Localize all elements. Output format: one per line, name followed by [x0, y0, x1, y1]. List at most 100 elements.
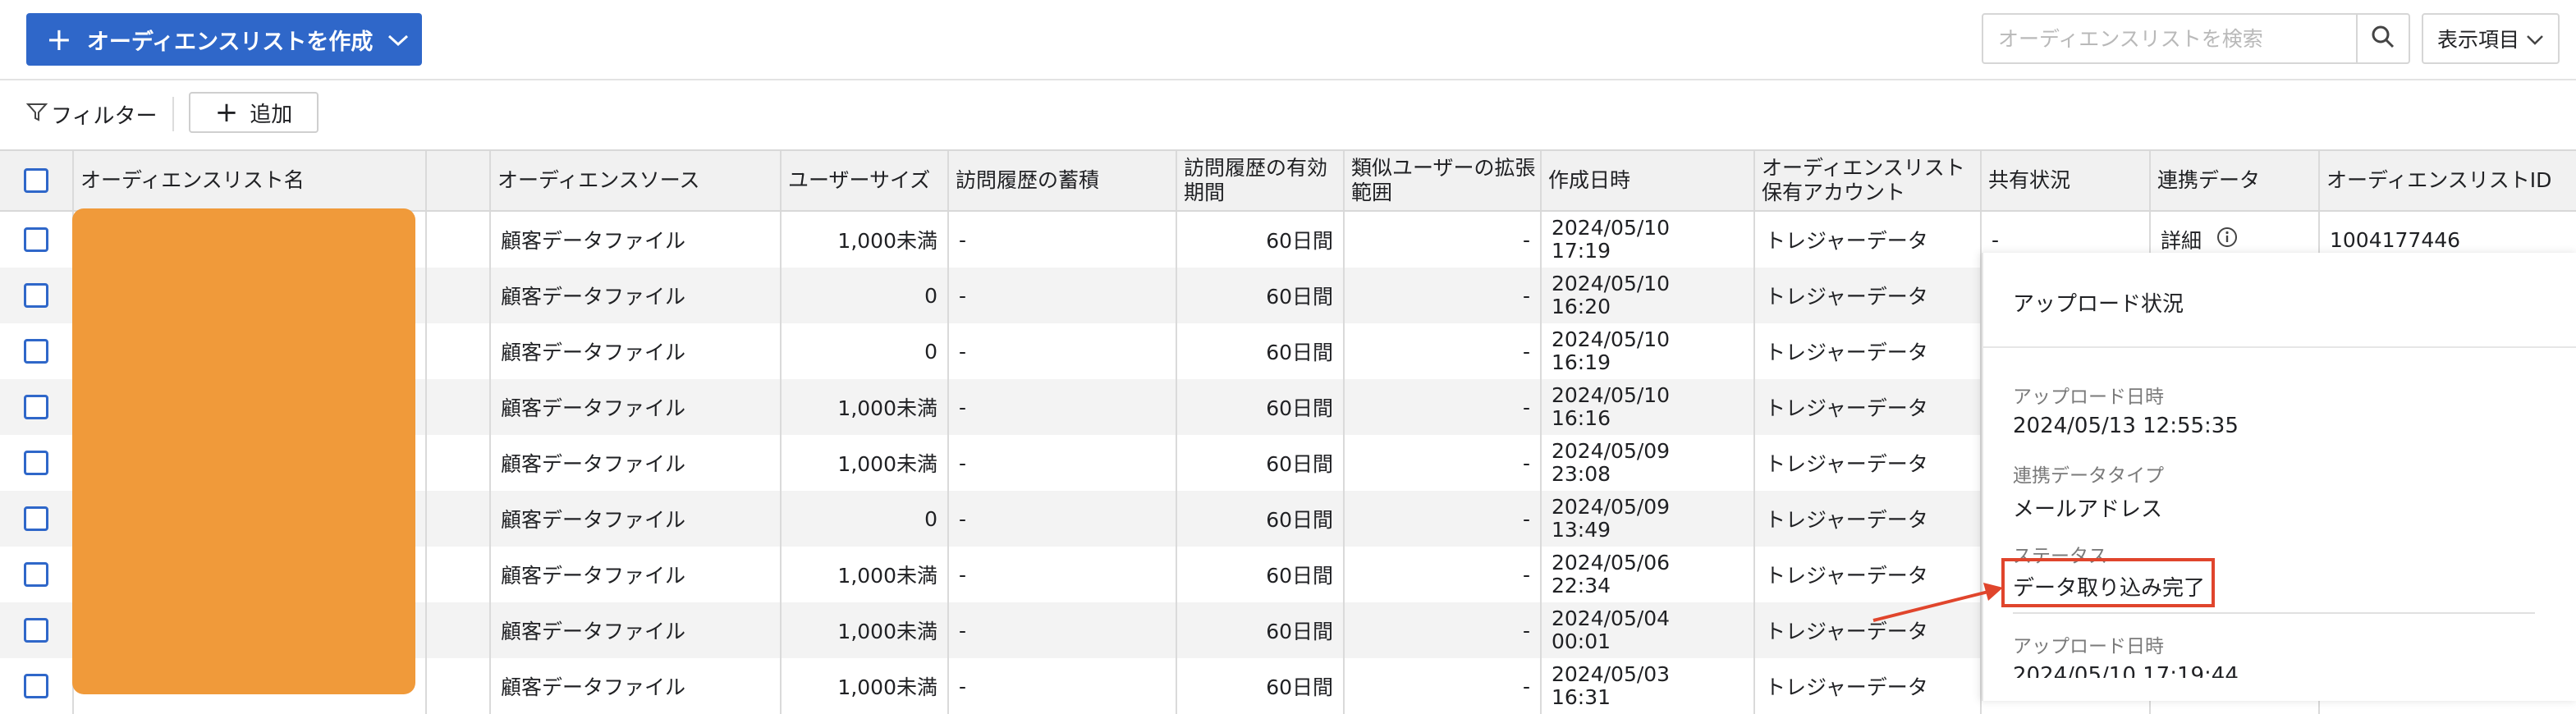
header-user-size[interactable]: ユーザーサイズ: [782, 151, 949, 210]
linked-data-detail-link[interactable]: 詳細: [2161, 225, 2202, 254]
upload-datetime-value-2: 2024/05/10 17:19:44: [2013, 663, 2239, 678]
row-select-cell: [0, 323, 74, 379]
header-visit-validity[interactable]: 訪問履歴の有効期間: [1177, 151, 1345, 210]
cell-lookalike: -: [1345, 268, 1542, 323]
cell-source: 顧客データファイル: [491, 268, 782, 323]
data-type-label: 連携データタイプ: [2013, 465, 2164, 487]
cell-user-size: 0: [782, 268, 949, 323]
cell-lookalike: -: [1345, 212, 1542, 268]
row-select-cell: [0, 602, 74, 658]
filter-label: フィルター: [51, 103, 158, 129]
row-checkbox[interactable]: [24, 339, 48, 364]
row-checkbox[interactable]: [24, 618, 48, 643]
table-header: オーディエンスリスト名 オーディエンスソース ユーザーサイズ 訪問履歴の蓄積 訪…: [0, 149, 2576, 212]
cell-visit-validity: 60日間: [1177, 658, 1345, 714]
cell-lookalike: -: [1345, 658, 1542, 714]
search-button[interactable]: [2356, 15, 2409, 62]
header-visit-history[interactable]: 訪問履歴の蓄積: [949, 151, 1177, 210]
row-select-cell: [0, 435, 74, 491]
cell-lookalike: -: [1345, 602, 1542, 658]
row-checkbox[interactable]: [24, 506, 48, 531]
cell-owner: トレジャーデータ: [1755, 491, 1982, 547]
search-input[interactable]: [1983, 15, 2356, 62]
cell-user-size: 1,000未満: [782, 212, 949, 268]
cell-owner: トレジャーデータ: [1755, 658, 1982, 714]
cell-lookalike: -: [1345, 379, 1542, 435]
add-filter-button[interactable]: + 追加: [189, 92, 319, 133]
cell-visit-validity: 60日間: [1177, 268, 1345, 323]
row-checkbox[interactable]: [24, 227, 48, 252]
plus-icon: +: [214, 96, 239, 129]
header-source[interactable]: オーディエンスソース: [491, 151, 782, 210]
cell-visit-history: -: [949, 491, 1177, 547]
row-checkbox[interactable]: [24, 283, 48, 308]
cell-source: 顧客データファイル: [491, 435, 782, 491]
cell-visit-history: -: [949, 435, 1177, 491]
chevron-down-icon: [2526, 27, 2544, 51]
cell-owner: トレジャーデータ: [1755, 212, 1982, 268]
annotation-arrow-icon: [1872, 583, 2003, 622]
cell-source: 顧客データファイル: [491, 547, 782, 602]
divider: [172, 97, 174, 131]
header-owner[interactable]: オーディエンスリスト保有アカウント: [1755, 151, 1982, 210]
cell-created: 2024/05/03 16:31: [1542, 658, 1755, 714]
upload-datetime-label-2: アップロード日時: [2013, 636, 2164, 657]
cell-spacer: [427, 547, 491, 602]
cell-visit-history: -: [949, 323, 1177, 379]
display-items-label: 表示項目: [2436, 28, 2519, 52]
cell-visit-validity: 60日間: [1177, 547, 1345, 602]
filter-button[interactable]: フィルター: [25, 97, 158, 131]
cell-owner: トレジャーデータ: [1755, 435, 1982, 491]
cell-spacer: [427, 602, 491, 658]
cell-lookalike: -: [1345, 435, 1542, 491]
header-created[interactable]: 作成日時: [1542, 151, 1755, 210]
cell-created: 2024/05/04 00:01: [1542, 602, 1755, 658]
cell-source: 顧客データファイル: [491, 212, 782, 268]
cell-visit-validity: 60日間: [1177, 212, 1345, 268]
display-items-dropdown[interactable]: 表示項目: [2422, 13, 2560, 64]
cell-visit-validity: 60日間: [1177, 491, 1345, 547]
cell-visit-history: -: [949, 268, 1177, 323]
cell-user-size: 0: [782, 491, 949, 547]
cell-source: 顧客データファイル: [491, 602, 782, 658]
cell-spacer: [427, 658, 491, 714]
cell-user-size: 1,000未満: [782, 435, 949, 491]
row-select-cell: [0, 491, 74, 547]
cell-lookalike: -: [1345, 323, 1542, 379]
cell-source: 顧客データファイル: [491, 491, 782, 547]
divider: [1983, 346, 2576, 348]
cell-visit-validity: 60日間: [1177, 435, 1345, 491]
cell-visit-validity: 60日間: [1177, 602, 1345, 658]
filter-icon: [25, 101, 48, 128]
cell-visit-history: -: [949, 658, 1177, 714]
info-icon[interactable]: [2216, 227, 2238, 253]
cell-source: 顧客データファイル: [491, 658, 782, 714]
row-checkbox[interactable]: [24, 451, 48, 475]
row-checkbox[interactable]: [24, 562, 48, 587]
create-audience-list-button[interactable]: + オーディエンスリストを作成: [26, 13, 422, 66]
upload-status-panel: アップロード状況 アップロード日時 2024/05/13 12:55:35 連携…: [1982, 253, 2576, 701]
cell-visit-history: -: [949, 212, 1177, 268]
header-name[interactable]: オーディエンスリスト名: [74, 151, 427, 210]
cell-spacer: [427, 268, 491, 323]
header-list-id[interactable]: オーディエンスリストID: [2320, 151, 2576, 210]
plus-icon: +: [46, 21, 72, 57]
row-checkbox[interactable]: [24, 674, 48, 698]
cell-user-size: 1,000未満: [782, 547, 949, 602]
header-sharing[interactable]: 共有状況: [1982, 151, 2151, 210]
cell-created: 2024/05/10 17:19: [1542, 212, 1755, 268]
cell-created: 2024/05/06 22:34: [1542, 547, 1755, 602]
cell-visit-history: -: [949, 602, 1177, 658]
row-checkbox[interactable]: [24, 395, 48, 419]
header-linked-data[interactable]: 連携データ: [2151, 151, 2320, 210]
header-lookalike[interactable]: 類似ユーザーの拡張範囲: [1345, 151, 1542, 210]
cell-created: 2024/05/10 16:16: [1542, 379, 1755, 435]
select-all-checkbox[interactable]: [24, 168, 48, 193]
cell-spacer: [427, 323, 491, 379]
cell-lookalike: -: [1345, 547, 1542, 602]
status-highlight-box: [2001, 558, 2215, 607]
upload-datetime-value: 2024/05/13 12:55:35: [2013, 414, 2239, 438]
data-type-value: メールアドレス: [2013, 497, 2163, 522]
filter-row: フィルター + 追加: [0, 80, 2576, 149]
upload-datetime-label: アップロード日時: [2013, 387, 2164, 408]
